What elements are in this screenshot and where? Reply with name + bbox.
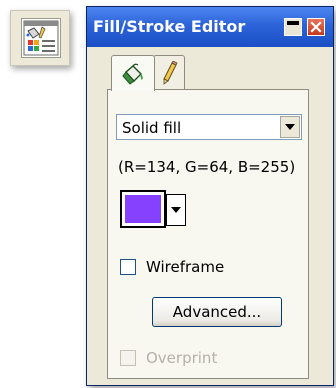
fill-tab-panel: Solid fill (R=134, G=64, B=255) Wirefram… — [107, 89, 309, 379]
fill-color-dropdown-button[interactable] — [166, 194, 186, 226]
wireframe-checkbox[interactable] — [120, 259, 136, 275]
chevron-down-icon — [285, 124, 295, 130]
overprint-label: Overprint — [146, 349, 218, 367]
fill-type-select[interactable]: Solid fill — [116, 114, 302, 140]
fill-type-value: Solid fill — [122, 119, 182, 137]
tab-stroke[interactable] — [153, 55, 185, 89]
close-button[interactable] — [307, 18, 325, 36]
fill-type-dropdown-button[interactable] — [280, 116, 300, 138]
close-icon — [310, 21, 322, 33]
fill-stroke-editor-window: Fill/Stroke Editor Solid fill (R=134, G=… — [86, 6, 334, 386]
minimize-button[interactable] — [284, 18, 302, 36]
wireframe-checkbox-row[interactable]: Wireframe — [120, 257, 224, 277]
fill-stroke-palette-icon — [21, 18, 61, 58]
fill-color-preview — [125, 195, 161, 223]
overprint-checkbox — [120, 350, 136, 366]
wireframe-label: Wireframe — [146, 258, 225, 276]
title-bar[interactable]: Fill/Stroke Editor — [87, 7, 333, 47]
window-title: Fill/Stroke Editor — [93, 17, 246, 36]
minimize-icon — [287, 21, 299, 25]
fill-stroke-launcher-button[interactable] — [10, 10, 70, 66]
chevron-down-icon — [171, 207, 181, 213]
overprint-checkbox-row: Overprint — [120, 348, 217, 368]
paint-bucket-icon — [122, 63, 143, 85]
fill-color-swatch[interactable] — [120, 190, 166, 228]
tab-fill[interactable] — [111, 55, 155, 91]
color-rgb-readout: (R=134, G=64, B=255) — [118, 158, 296, 176]
advanced-button[interactable]: Advanced... — [152, 297, 282, 327]
pencil-icon — [163, 60, 178, 85]
